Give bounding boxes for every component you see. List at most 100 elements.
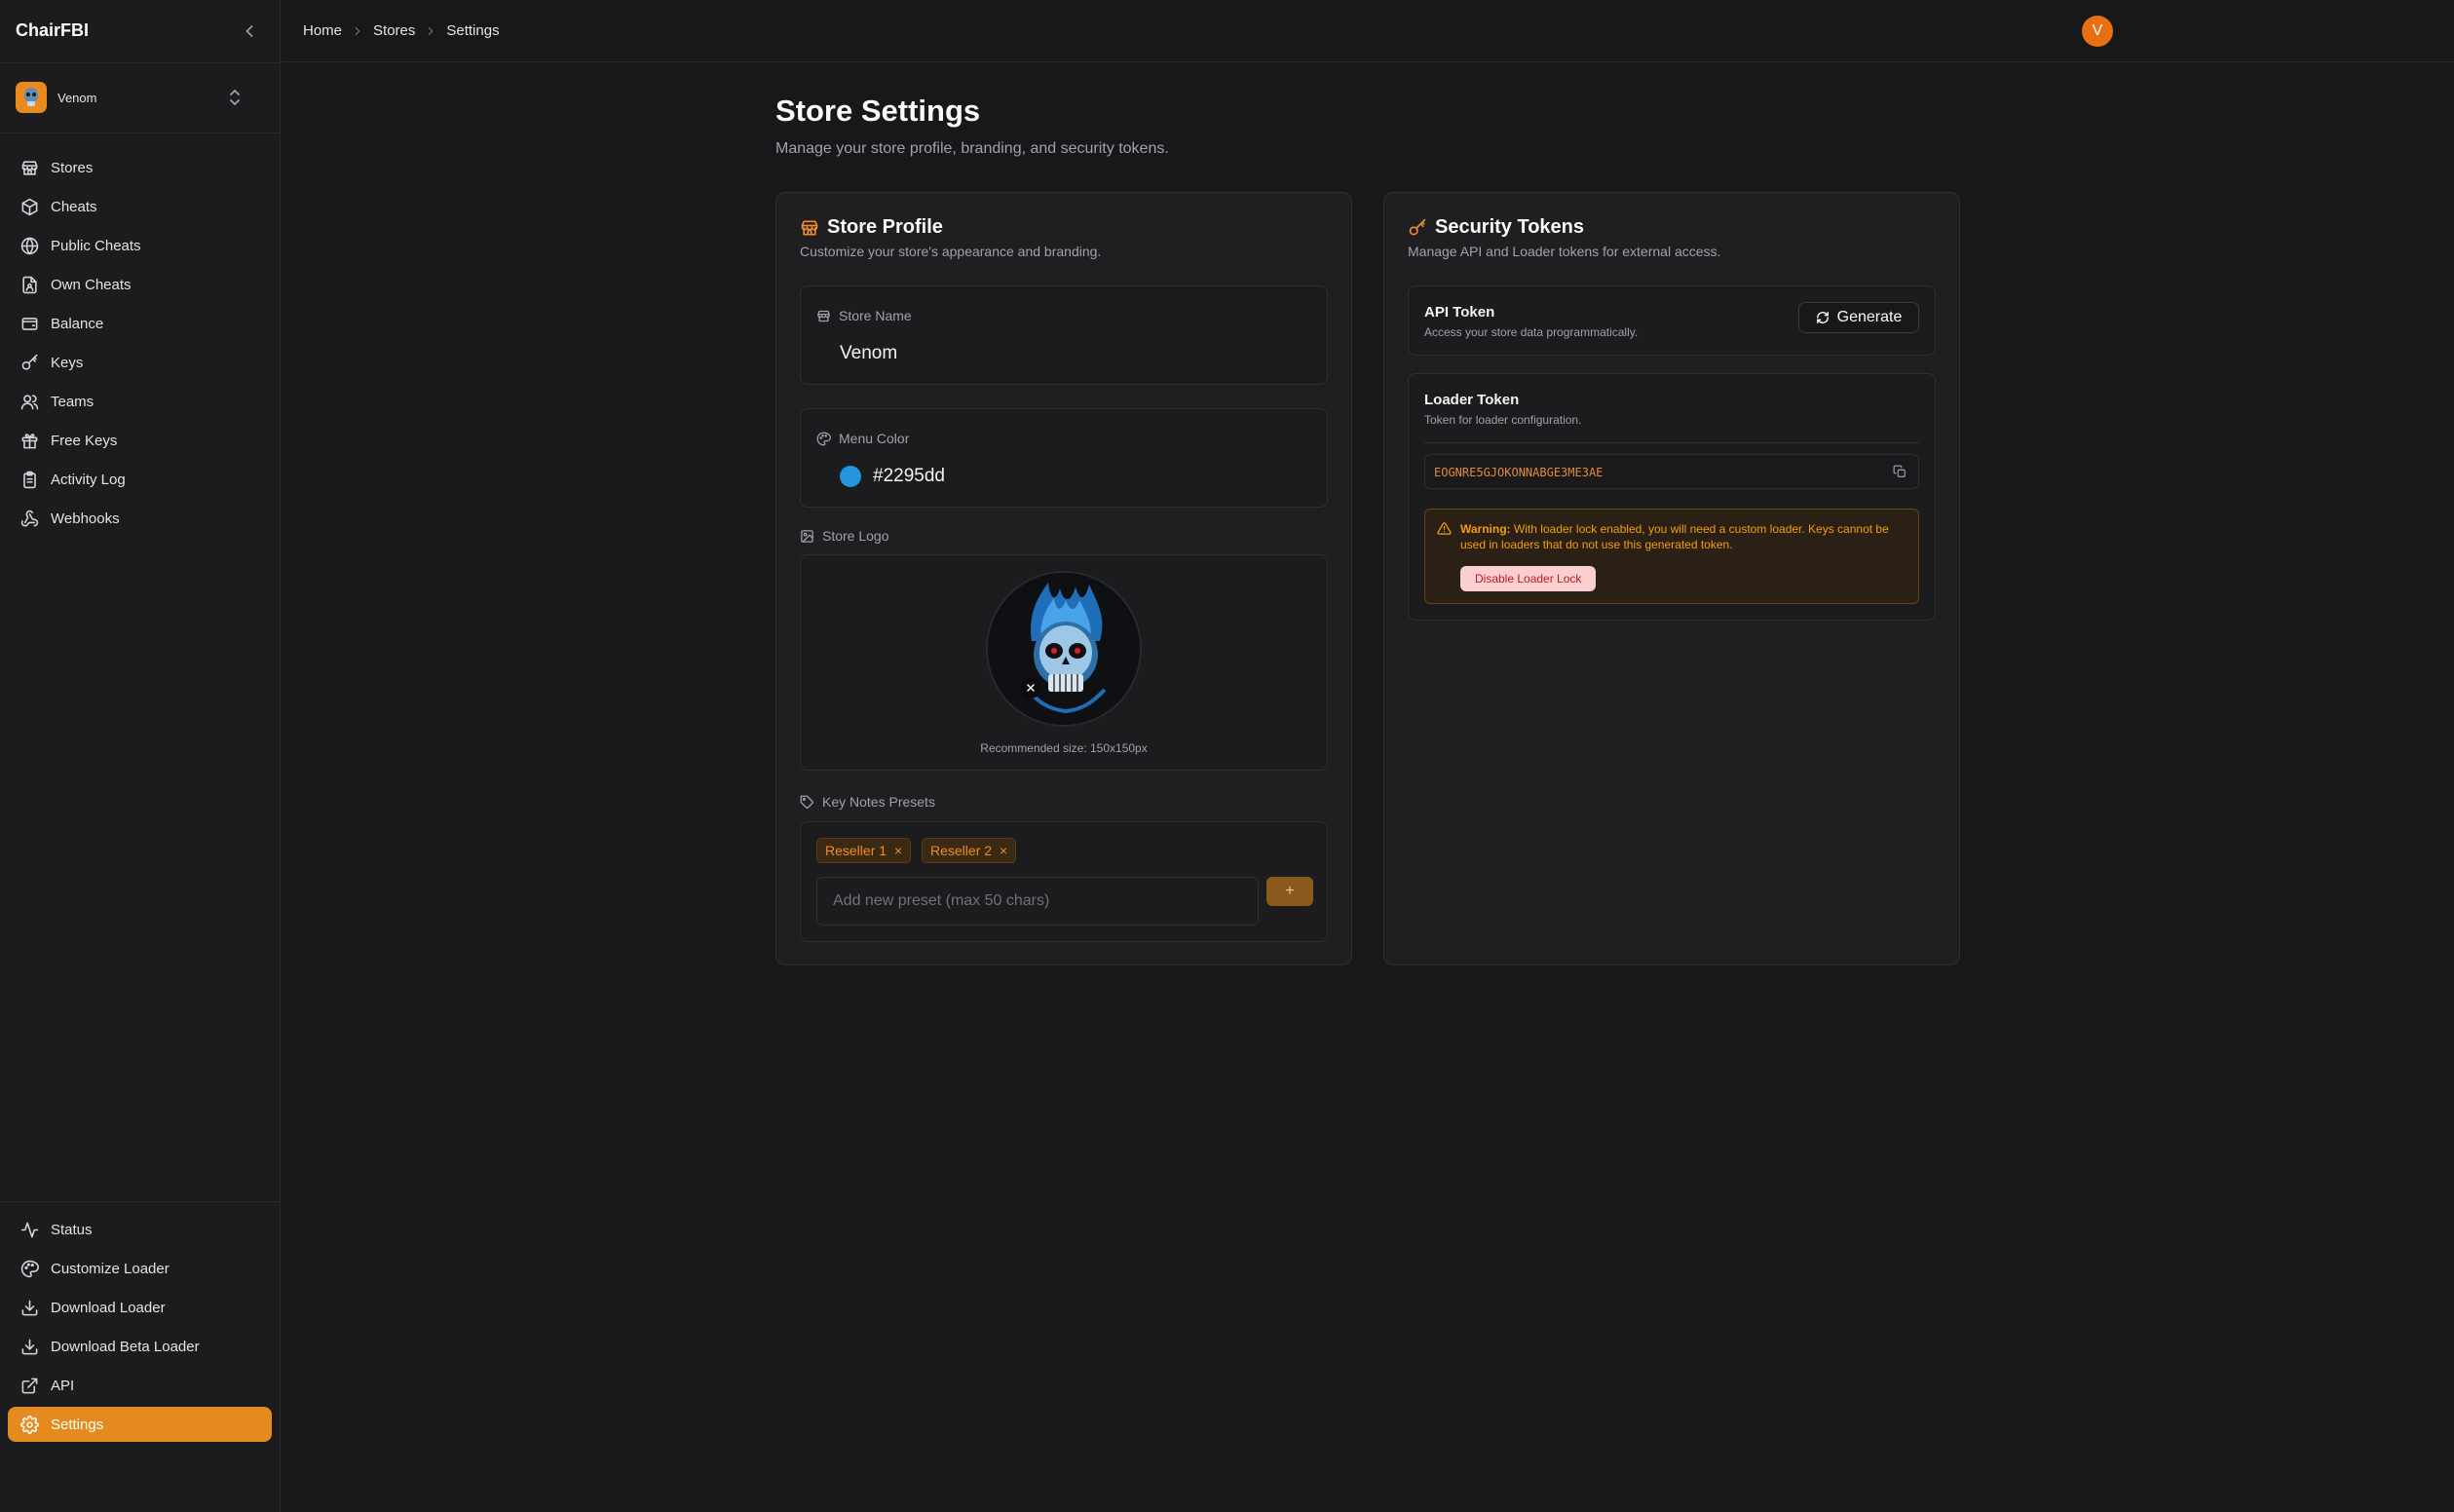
store-logo-label: Store Logo bbox=[800, 528, 889, 544]
clipboard-list-icon bbox=[23, 471, 36, 488]
store-profile-card: Store Profile Customize your store's app… bbox=[775, 192, 1352, 965]
menu-color-picker[interactable]: #2295dd bbox=[840, 466, 945, 487]
copy-icon[interactable] bbox=[1893, 465, 1907, 478]
sidebar-item-label: Free Keys bbox=[51, 432, 118, 449]
loader-token-field[interactable]: EOGNRE5GJOKONNABGE3ME3AE bbox=[1424, 454, 1919, 489]
warning-triangle-icon bbox=[1437, 522, 1452, 535]
palette-icon bbox=[20, 1260, 39, 1277]
sidebar-item-webhooks[interactable]: Webhooks bbox=[8, 501, 272, 536]
preset-tag-label: Reseller 1 bbox=[825, 843, 887, 858]
sidebar-item-customize-loader[interactable]: Customize Loader bbox=[8, 1251, 272, 1286]
chevron-right-icon bbox=[429, 26, 434, 35]
sidebar-item-label: Settings bbox=[51, 1416, 104, 1433]
download-icon bbox=[21, 1300, 38, 1315]
sidebar-item-keys[interactable]: Keys bbox=[8, 345, 272, 380]
generate-label: Generate bbox=[1836, 309, 1903, 325]
chevron-right-icon bbox=[355, 26, 360, 35]
color-swatch[interactable] bbox=[840, 466, 861, 487]
sidebar-main-nav: Stores Cheats Public Cheats Own Cheats B… bbox=[8, 150, 272, 540]
sidebar-item-label: Own Cheats bbox=[51, 276, 132, 293]
sidebar-item-cheats[interactable]: Cheats bbox=[8, 189, 272, 224]
sidebar-bottom-nav: Status Customize Loader Download Loader … bbox=[8, 1212, 272, 1446]
remove-logo-button[interactable] bbox=[1020, 677, 1041, 699]
sidebar-item-settings[interactable]: Settings bbox=[8, 1407, 272, 1442]
wallet-icon bbox=[21, 317, 38, 330]
store-avatar bbox=[16, 82, 47, 113]
field-label: Store Name bbox=[816, 308, 912, 323]
menu-color-field[interactable]: Menu Color #2295dd bbox=[800, 408, 1328, 508]
sidebar-item-label: Keys bbox=[51, 354, 84, 371]
sidebar-item-free-keys[interactable]: Free Keys bbox=[8, 423, 272, 458]
store-name-label: Store Name bbox=[839, 308, 912, 323]
key-notes-presets-label-text: Key Notes Presets bbox=[822, 794, 935, 810]
store-switcher[interactable]: Venom bbox=[16, 80, 265, 115]
users-icon bbox=[20, 394, 39, 409]
top-header: Home Stores Settings V bbox=[282, 0, 2454, 62]
divider bbox=[1424, 442, 1919, 443]
loader-token-description: Token for loader configuration. bbox=[1424, 413, 1582, 427]
breadcrumb-stores[interactable]: Stores bbox=[373, 22, 415, 39]
field-label: Menu Color bbox=[816, 431, 909, 446]
api-token-title: API Token bbox=[1424, 304, 1495, 321]
sidebar-item-own-cheats[interactable]: Own Cheats bbox=[8, 267, 272, 302]
breadcrumb-home[interactable]: Home bbox=[303, 22, 342, 39]
loader-lock-warning: Warning: With loader lock enabled, you w… bbox=[1424, 509, 1919, 604]
card-title-text: Security Tokens bbox=[1435, 216, 1585, 238]
sidebar-item-api[interactable]: API bbox=[8, 1368, 272, 1403]
download-beta-icon bbox=[21, 1339, 38, 1354]
sidebar-item-download-loader[interactable]: Download Loader bbox=[8, 1290, 272, 1325]
store-name-field[interactable]: Store Name Venom bbox=[800, 285, 1328, 385]
palette-icon bbox=[816, 432, 831, 445]
brand-logo[interactable]: ChairFBI bbox=[16, 20, 89, 41]
sidebar-item-label: Teams bbox=[51, 393, 94, 410]
collapse-sidebar-button[interactable] bbox=[240, 21, 259, 41]
api-token-section: API Token Access your store data program… bbox=[1408, 285, 1936, 356]
warning-message: With loader lock enabled, you will need … bbox=[1460, 522, 1889, 551]
store-logo-image[interactable] bbox=[986, 571, 1142, 727]
generate-token-button[interactable]: Generate bbox=[1798, 302, 1919, 333]
store-logo-label-text: Store Logo bbox=[822, 528, 889, 544]
key-icon bbox=[1409, 218, 1426, 235]
user-avatar[interactable]: V bbox=[2082, 16, 2113, 47]
preset-tag: Reseller 2 × bbox=[922, 838, 1017, 863]
disable-loader-lock-button[interactable]: Disable Loader Lock bbox=[1460, 566, 1597, 591]
security-tokens-card: Security Tokens Manage API and Loader to… bbox=[1383, 192, 1960, 965]
image-icon bbox=[801, 529, 813, 543]
sidebar-item-activity-log[interactable]: Activity Log bbox=[8, 462, 272, 497]
sidebar-item-public-cheats[interactable]: Public Cheats bbox=[8, 228, 272, 263]
card-description: Manage API and Loader tokens for externa… bbox=[1408, 244, 1721, 259]
sidebar-item-label: Download Beta Loader bbox=[51, 1338, 200, 1355]
warning-text: Warning: With loader lock enabled, you w… bbox=[1460, 521, 1905, 552]
sidebar-item-label: Download Loader bbox=[51, 1299, 166, 1316]
add-preset-input[interactable] bbox=[816, 877, 1259, 926]
store-icon bbox=[21, 160, 38, 175]
refresh-icon bbox=[1816, 312, 1829, 323]
gift-icon bbox=[21, 433, 38, 448]
sidebar-item-stores[interactable]: Stores bbox=[8, 150, 272, 185]
logo-size-hint: Recommended size: 150x150px bbox=[980, 741, 1148, 755]
store-icon bbox=[801, 220, 818, 235]
card-description: Customize your store's appearance and br… bbox=[800, 244, 1102, 259]
webhook-icon bbox=[20, 510, 39, 526]
sidebar-item-download-beta-loader[interactable]: Download Beta Loader bbox=[8, 1329, 272, 1364]
chevron-left-icon bbox=[245, 25, 253, 37]
remove-preset-button[interactable]: × bbox=[894, 843, 902, 858]
api-token-description: Access your store data programmatically. bbox=[1424, 325, 1639, 339]
skull-logo-icon bbox=[988, 573, 1140, 725]
sidebar-item-teams[interactable]: Teams bbox=[8, 384, 272, 419]
loader-token-value[interactable]: EOGNRE5GJOKONNABGE3ME3AE bbox=[1434, 466, 1603, 479]
remove-preset-button[interactable]: × bbox=[1000, 843, 1007, 858]
warning-label: Warning: bbox=[1460, 522, 1511, 536]
store-switcher-name: Venom bbox=[57, 90, 97, 105]
sidebar-item-balance[interactable]: Balance bbox=[8, 306, 272, 341]
divider bbox=[0, 62, 280, 63]
add-preset-button[interactable]: + bbox=[1266, 877, 1313, 906]
key-icon bbox=[21, 354, 38, 370]
store-name-value[interactable]: Venom bbox=[840, 343, 897, 364]
loader-token-title: Loader Token bbox=[1424, 392, 1520, 408]
page-subtitle: Manage your store profile, branding, and… bbox=[775, 140, 1169, 157]
close-icon bbox=[1027, 684, 1035, 692]
sidebar-item-label: Cheats bbox=[51, 198, 97, 215]
store-logo-uploader[interactable]: Recommended size: 150x150px bbox=[800, 554, 1328, 771]
sidebar-item-status[interactable]: Status bbox=[8, 1212, 272, 1247]
